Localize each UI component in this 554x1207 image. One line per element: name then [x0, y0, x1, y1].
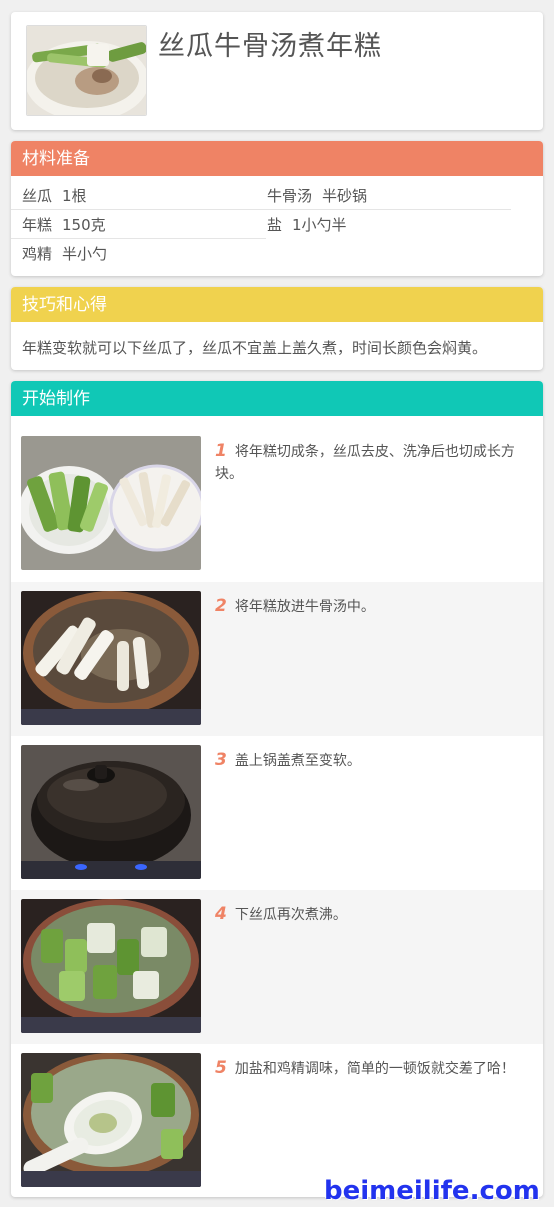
step-text: 3 盖上锅盖煮至变软。	[215, 749, 525, 772]
ingredient-item: 鸡精 半小勺	[11, 239, 266, 268]
step-item: 2 将年糕放进牛骨汤中。	[11, 582, 543, 736]
seasoning-spoon-photo-icon	[21, 1053, 201, 1187]
step-item: 1 将年糕切成条，丝瓜去皮、洗净后也切成长方块。	[11, 416, 543, 582]
step-item: 3 盖上锅盖煮至变软。	[11, 736, 543, 890]
step-description: 盖上锅盖煮至变软。	[234, 753, 361, 769]
step-description: 将年糕切成条，丝瓜去皮、洗净后也切成长方块。	[215, 444, 515, 482]
watermark: beimeilife.com	[324, 1176, 540, 1206]
ingredient-item: 年糕 150克	[11, 210, 266, 239]
steps-heading: 开始制作	[11, 381, 543, 416]
recipe-header-card: 丝瓜牛骨汤煮年糕	[11, 12, 543, 130]
ingredient-item: 牛骨汤 半砂锅	[256, 181, 511, 210]
ingredient-name: 盐	[267, 216, 283, 234]
ingredient-name: 丝瓜	[22, 187, 53, 205]
ingredient-name: 年糕	[22, 216, 53, 234]
step-description: 加盐和鸡精调味，简单的一顿饭就交差了哈！	[234, 1061, 515, 1077]
step-item: 4 下丝瓜再次煮沸。	[11, 890, 543, 1044]
step-text: 2 将年糕放进牛骨汤中。	[215, 595, 525, 618]
steps-card: 开始制作 1 将年糕切成条，丝瓜去皮、洗净后也切成长方块。 2 将年糕放进牛骨汤…	[11, 381, 543, 1197]
step-text: 5 加盐和鸡精调味，简单的一顿饭就交差了哈！	[215, 1057, 525, 1080]
loofah-in-pot-photo-icon	[21, 899, 201, 1033]
tips-text: 年糕变软就可以下丝瓜了，丝瓜不宜盖上盖久煮，时间长颜色会焖黄。	[22, 339, 488, 357]
step-description: 将年糕放进牛骨汤中。	[234, 599, 375, 615]
step-number: 3	[215, 750, 227, 770]
step-number: 2	[215, 596, 227, 616]
ingredient-qty: 半小勺	[62, 245, 108, 263]
ingredients-card: 材料准备 丝瓜 1根 牛骨汤 半砂锅 年糕 150克 盐 1小勺半 鸡精 半小勺	[11, 141, 543, 276]
ricecake-in-pot-photo-icon	[21, 591, 201, 725]
ingredient-item: 盐 1小勺半	[256, 210, 511, 239]
ingredients-heading: 材料准备	[11, 141, 543, 176]
step-number: 5	[215, 1058, 227, 1078]
ingredients-list: 丝瓜 1根 牛骨汤 半砂锅 年糕 150克 盐 1小勺半 鸡精 半小勺	[11, 176, 543, 276]
ingredient-qty: 1根	[62, 187, 87, 205]
soup-photo-icon	[26, 25, 147, 116]
step-number: 1	[215, 441, 227, 461]
step-text: 1 将年糕切成条，丝瓜去皮、洗净后也切成长方块。	[215, 440, 525, 485]
steps-list: 1 将年糕切成条，丝瓜去皮、洗净后也切成长方块。 2 将年糕放进牛骨汤中。 3 …	[11, 416, 543, 1197]
ingredient-name: 鸡精	[22, 245, 53, 263]
ingredient-qty: 150克	[62, 216, 106, 234]
cut-ingredients-photo-icon	[21, 436, 201, 570]
step-description: 下丝瓜再次煮沸。	[234, 907, 347, 923]
tips-heading: 技巧和心得	[11, 287, 543, 322]
ingredient-qty: 半砂锅	[322, 187, 368, 205]
step-item: 5 加盐和鸡精调味，简单的一顿饭就交差了哈！	[11, 1044, 543, 1197]
ingredient-item: 丝瓜 1根	[11, 181, 266, 210]
covered-pot-photo-icon	[21, 745, 201, 879]
ingredient-qty: 1小勺半	[292, 216, 347, 234]
step-number: 4	[215, 904, 227, 924]
ingredient-name: 牛骨汤	[267, 187, 313, 205]
recipe-title: 丝瓜牛骨汤煮年糕	[158, 31, 382, 62]
tips-card: 技巧和心得 年糕变软就可以下丝瓜了，丝瓜不宜盖上盖久煮，时间长颜色会焖黄。	[11, 287, 543, 370]
step-text: 4 下丝瓜再次煮沸。	[215, 903, 525, 926]
